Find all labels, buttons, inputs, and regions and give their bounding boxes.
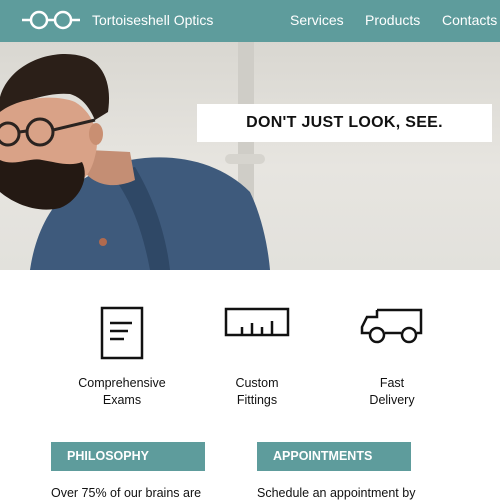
- nav-products[interactable]: Products: [365, 12, 420, 28]
- feature-label: Custom Fittings: [235, 376, 279, 407]
- appointments-heading: APPOINTMENTS: [257, 442, 411, 471]
- site-header: Tortoiseshell Optics Services Products C…: [0, 0, 500, 42]
- brand-name[interactable]: Tortoiseshell Optics: [92, 12, 213, 28]
- truck-icon: [360, 308, 423, 344]
- eyeglasses-icon[interactable]: [22, 9, 80, 31]
- feature-fittings: Custom Fittings: [187, 305, 327, 409]
- feature-delivery: Fast Delivery: [322, 305, 462, 409]
- nav-services[interactable]: Services: [290, 12, 344, 28]
- document-icon: [100, 306, 144, 360]
- hero-headline: DON'T JUST LOOK, SEE.: [246, 114, 443, 131]
- hero-photo: [0, 42, 270, 270]
- ruler-icon: [224, 307, 290, 337]
- nav-contacts[interactable]: Contacts: [442, 12, 497, 28]
- philosophy-heading: PHILOSOPHY: [51, 442, 205, 471]
- feature-label: Fast Delivery: [369, 376, 415, 407]
- appointments-text: Schedule an appointment by: [257, 486, 416, 500]
- philosophy-text: Over 75% of our brains are: [51, 486, 202, 500]
- hero-section: DON'T JUST LOOK, SEE.: [0, 42, 500, 270]
- hero-banner: DON'T JUST LOOK, SEE.: [197, 104, 492, 142]
- feature-label: Comprehensive Exams: [78, 376, 166, 407]
- feature-exams: Comprehensive Exams: [52, 305, 192, 409]
